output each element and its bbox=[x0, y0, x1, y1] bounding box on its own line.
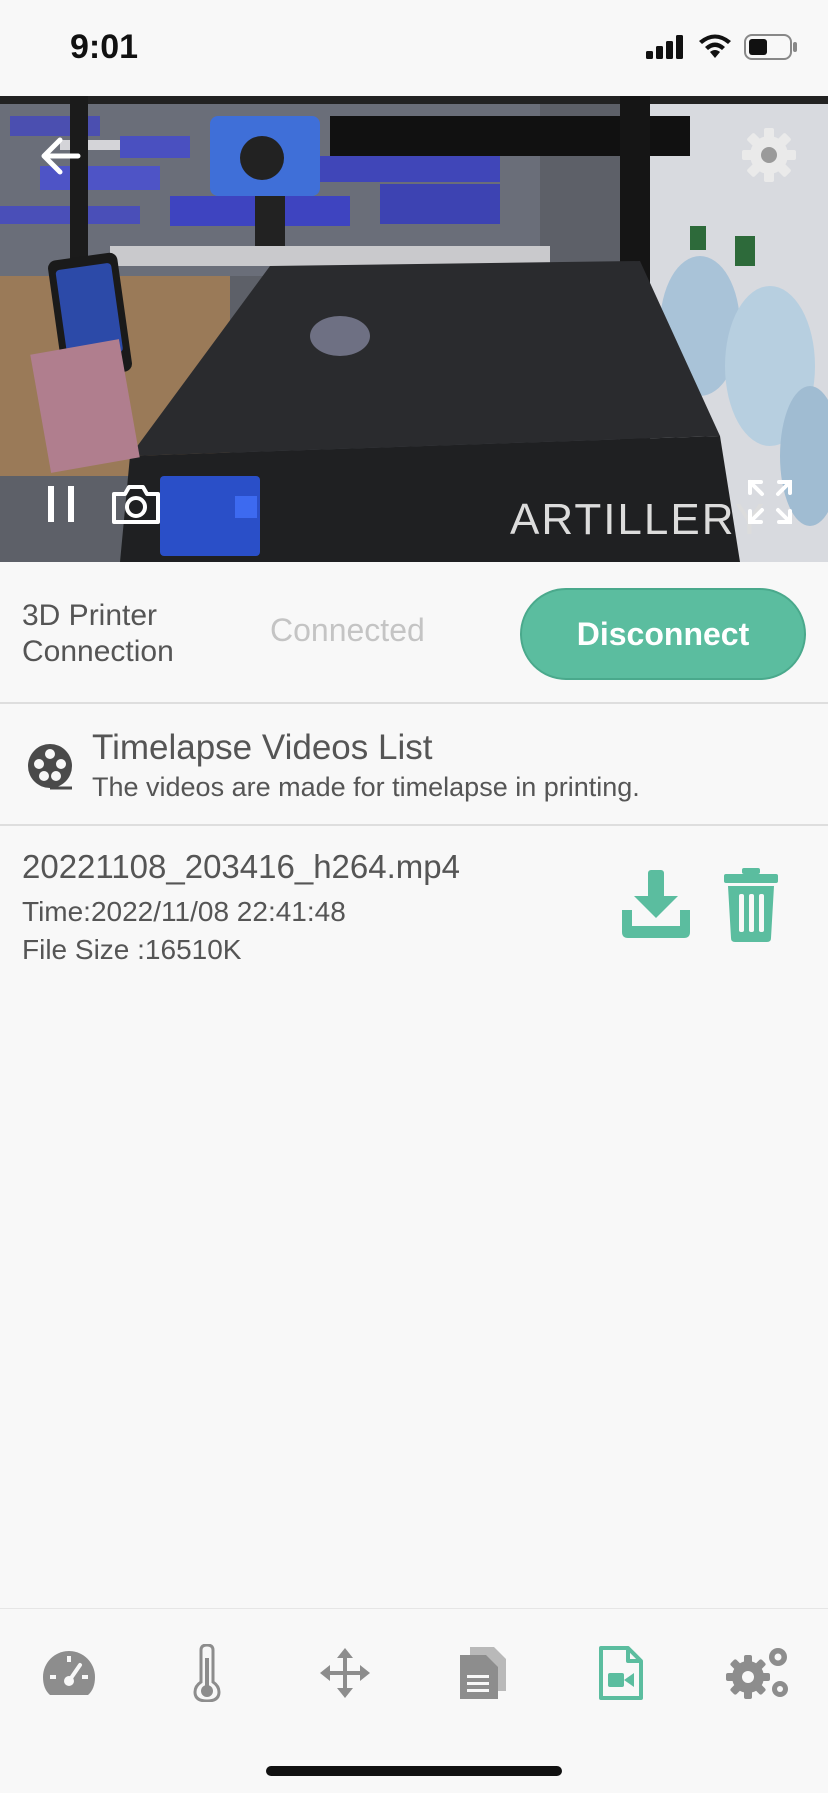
file-size: File Size :16510K bbox=[22, 934, 242, 965]
home-indicator bbox=[266, 1766, 562, 1776]
tab-temperature[interactable] bbox=[157, 1633, 257, 1713]
printer-brand-text: ARTILLERY bbox=[510, 495, 766, 544]
printer-connection-row: 3D Printer Connection Connected Disconne… bbox=[0, 562, 828, 704]
connection-label: 3D Printer Connection bbox=[22, 598, 222, 670]
camera-feed[interactable]: ARTILLERY bbox=[0, 96, 828, 562]
back-button[interactable] bbox=[30, 126, 90, 186]
connection-status: Connected bbox=[270, 612, 425, 648]
pause-button[interactable] bbox=[36, 474, 86, 534]
tab-settings[interactable] bbox=[709, 1633, 809, 1713]
pause-icon bbox=[48, 486, 74, 522]
fullscreen-button[interactable] bbox=[742, 474, 798, 530]
status-time: 9:01 bbox=[70, 28, 139, 66]
disconnect-button[interactable]: Disconnect bbox=[520, 588, 806, 680]
timelapse-title: Timelapse Videos List bbox=[92, 728, 433, 767]
signal-icon bbox=[646, 35, 683, 59]
fullscreen-icon bbox=[748, 480, 792, 524]
tab-files[interactable] bbox=[433, 1633, 533, 1713]
file-time: Time:2022/11/08 22:41:48 bbox=[22, 896, 346, 927]
tab-move[interactable] bbox=[295, 1633, 395, 1713]
video-file-icon bbox=[599, 1646, 643, 1700]
download-icon bbox=[622, 870, 690, 938]
file-name: 20221108_203416_h264.mp4 bbox=[22, 848, 460, 885]
tab-dashboard[interactable] bbox=[19, 1633, 119, 1713]
files-document-icon bbox=[460, 1647, 506, 1699]
dashboard-gauge-icon bbox=[43, 1651, 95, 1695]
status-icons bbox=[646, 34, 798, 60]
timelapse-header: Timelapse Videos List The videos are mad… bbox=[0, 704, 828, 826]
connection-label-line1: 3D Printer bbox=[22, 599, 158, 632]
camera-settings-button[interactable] bbox=[736, 122, 802, 188]
timelapse-subtitle: The videos are made for timelapse in pri… bbox=[92, 772, 640, 802]
settings-gear-icon bbox=[742, 128, 796, 182]
download-button[interactable] bbox=[618, 868, 694, 942]
list-item: 20221108_203416_h264.mp4 Time:2022/11/08… bbox=[0, 826, 828, 976]
status-bar: 9:01 bbox=[0, 0, 828, 96]
battery-icon bbox=[744, 34, 797, 60]
thermometer-icon bbox=[193, 1644, 221, 1702]
move-arrows-icon bbox=[320, 1648, 370, 1698]
tab-video[interactable] bbox=[571, 1633, 671, 1713]
snapshot-button[interactable] bbox=[108, 474, 164, 534]
settings-gears-icon bbox=[726, 1648, 788, 1699]
wifi-icon bbox=[699, 34, 731, 58]
back-arrow-icon bbox=[41, 137, 81, 175]
delete-button[interactable] bbox=[722, 868, 782, 942]
film-reel-icon bbox=[28, 744, 72, 790]
connection-label-line2: Connection bbox=[22, 635, 174, 668]
trash-icon bbox=[724, 868, 778, 942]
camera-snapshot-icon bbox=[112, 485, 160, 524]
